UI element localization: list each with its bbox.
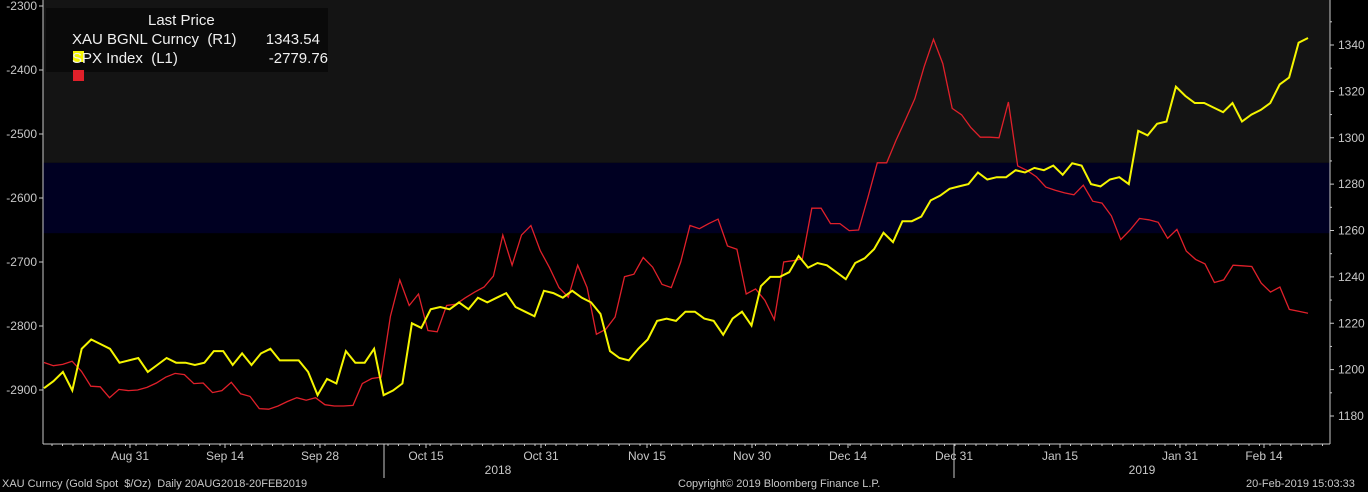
x-tick-label: Oct 31 [523,449,559,463]
right-tick-label: 1340 [1338,38,1365,52]
legend-entry-xau: XAU BGNL Curncy (R1) 1343.54 [56,31,322,62]
left-tick-label: -2300 [6,0,37,13]
year-label: 2018 [485,463,512,477]
x-tick-label: Jan 15 [1042,449,1078,463]
footer-copyright: Copyright© 2019 Bloomberg Finance L.P. [678,478,881,490]
x-tick-label: Nov 30 [733,449,771,463]
x-tick-label: Oct 15 [408,449,444,463]
right-tick-label: 1220 [1338,316,1365,330]
x-tick-label: Feb 14 [1245,449,1283,463]
right-tick-label: 1200 [1338,363,1365,377]
x-tick-label: Dec 14 [829,449,867,463]
left-tick-label: -2500 [6,127,37,141]
right-tick-label: 1180 [1338,409,1364,423]
legend-entry-spx: SPX Index (L1) -2779.76 [56,50,328,81]
left-tick-label: -2400 [6,63,37,77]
right-tick-label: 1280 [1338,177,1365,191]
x-tick-label: Nov 15 [628,449,666,463]
x-tick-label: Sep 14 [206,449,244,463]
year-label: 2019 [1129,463,1156,477]
right-tick-label: 1300 [1338,131,1365,145]
left-tick-label: -2700 [6,255,37,269]
legend-swatch-spx [72,70,84,81]
right-tick-label: 1320 [1338,84,1365,98]
legend-title: Last Price [148,12,215,29]
left-tick-label: -2900 [6,383,37,397]
legend-label-xau: XAU BGNL Curncy (R1) [72,31,237,48]
legend-value-spx: -2779.76 [268,50,328,67]
right-tick-label: 1240 [1338,270,1365,284]
footer-timestamp: 20-Feb-2019 15:03:33 [1246,478,1355,490]
x-tick-label: Sep 28 [301,449,339,463]
legend-value-xau: 1343.54 [265,31,320,48]
x-tick-label: Jan 31 [1162,449,1198,463]
footer-security-info: XAU Curncy (Gold Spot $/Oz) Daily 20AUG2… [2,478,308,490]
right-tick-label: 1260 [1338,224,1365,238]
x-tick-label: Aug 31 [111,449,149,463]
left-tick-label: -2600 [6,191,37,205]
legend: Last Price XAU BGNL Curncy (R1) 1343.54 … [46,8,328,81]
legend-label-spx: SPX Index (L1) [72,50,178,67]
left-tick-label: -2800 [6,319,37,333]
